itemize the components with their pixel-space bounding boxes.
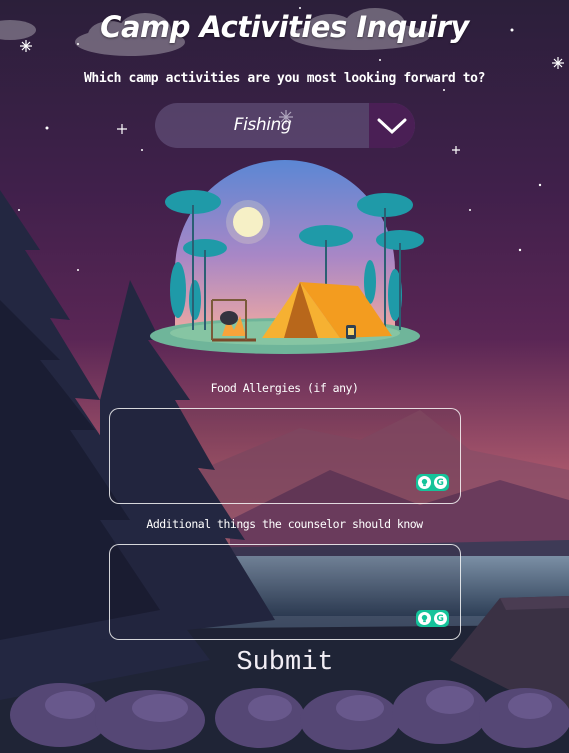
food-allergies-input[interactable]: G: [109, 408, 461, 504]
food-allergies-label: Food Allergies (if any): [210, 381, 359, 395]
grammarly-badge[interactable]: G: [416, 474, 449, 491]
counselor-notes-label: Additional things the counselor should k…: [146, 517, 423, 531]
activity-select[interactable]: Fishing: [155, 103, 415, 148]
activity-select-arrow[interactable]: [369, 103, 415, 148]
chevron-down-icon: [377, 118, 407, 134]
counselor-notes-input[interactable]: G: [109, 544, 461, 640]
page-title: Camp Activities Inquiry: [100, 10, 469, 44]
grammarly-icon: G: [433, 476, 447, 489]
submit-button[interactable]: Submit: [185, 648, 385, 678]
activity-question-label: Which camp activities are you most looki…: [83, 71, 486, 86]
grammarly-icon: G: [433, 612, 447, 625]
lightbulb-icon: [418, 476, 432, 489]
grammarly-badge[interactable]: G: [416, 610, 449, 627]
activity-select-value[interactable]: Fishing: [155, 103, 370, 148]
lightbulb-icon: [418, 612, 432, 625]
